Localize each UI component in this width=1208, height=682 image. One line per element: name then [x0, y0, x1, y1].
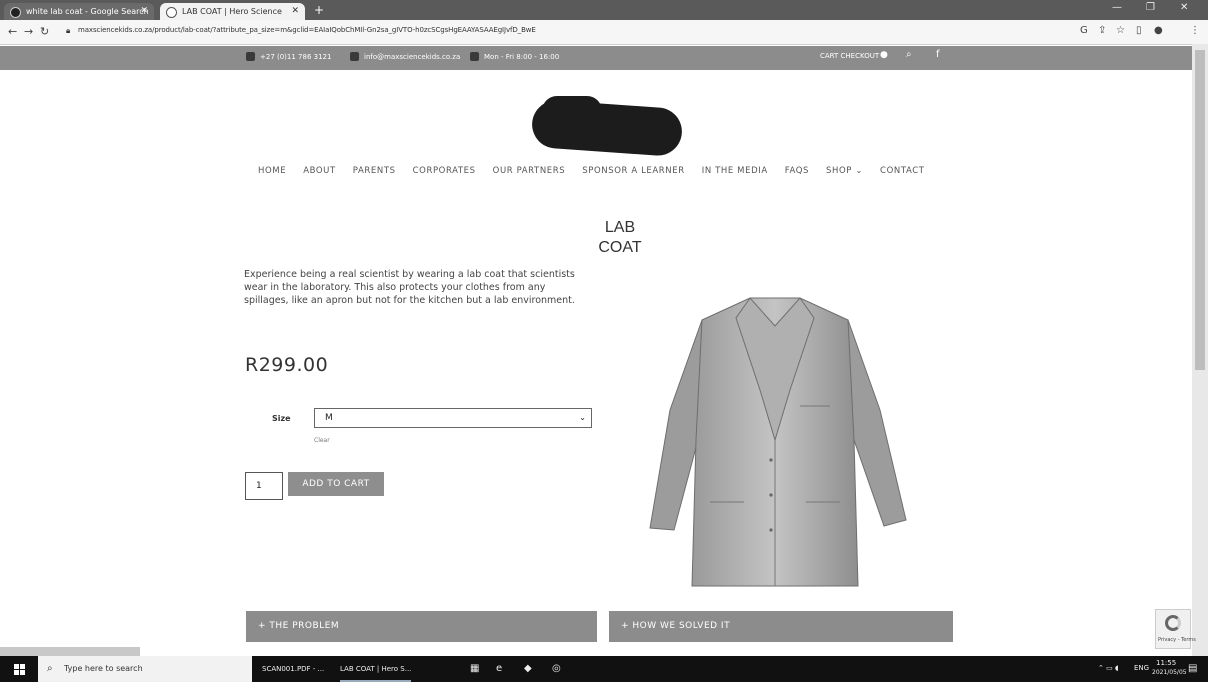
lab-coat-image [649, 297, 907, 587]
tray-icons[interactable]: ⌃ ▭ ◖ [1098, 664, 1119, 672]
main-navigation: HOME ABOUT PARENTS CORPORATES OUR PARTNE… [258, 166, 942, 180]
nav-item-sponsor-a-learner[interactable]: SPONSOR A LEARNER [582, 166, 684, 180]
recaptcha-badge[interactable]: Privacy - Terms [1155, 609, 1196, 649]
notification-icon[interactable]: ▤ [1188, 663, 1197, 674]
store-icon[interactable]: ◆ [524, 656, 532, 682]
tab-close-icon[interactable]: ✕ [291, 3, 299, 20]
page-scrollbar[interactable] [1192, 44, 1208, 656]
nav-item-faqs[interactable]: FAQS [785, 166, 809, 180]
hours-text: Mon - Fri 8:00 - 16:00 [484, 53, 560, 61]
opening-hours: Mon - Fri 8:00 - 16:00 [470, 52, 559, 61]
taskbar-search-box[interactable]: ⌕ Type here to search [38, 656, 252, 682]
nav-item-parents[interactable]: PARENTS [353, 166, 396, 180]
profile-icon[interactable]: ● [1154, 25, 1163, 36]
recaptcha-icon [1165, 615, 1181, 631]
google-icon [10, 7, 21, 18]
language-indicator[interactable]: ENG [1134, 664, 1149, 672]
email-contact[interactable]: info@maxsciencekids.co.za [350, 52, 460, 61]
nav-item-our-partners[interactable]: OUR PARTNERS [493, 166, 566, 180]
close-window-button[interactable]: ✕ [1180, 2, 1188, 13]
windows-start-icon[interactable] [14, 664, 25, 675]
menu-icon[interactable]: ⋮ [1190, 25, 1200, 36]
google-lens-icon[interactable]: G [1080, 25, 1088, 36]
scrollbar-thumb[interactable] [1195, 50, 1205, 370]
recaptcha-text: Privacy - Terms [1158, 637, 1196, 643]
edge-icon[interactable]: e [496, 656, 502, 682]
cart-icon[interactable]: ● [880, 50, 888, 60]
tab-title: white lab coat - Google Search [26, 7, 149, 16]
size-select[interactable]: M ⌄ [314, 408, 592, 428]
reading-list-icon[interactable]: ▯ [1136, 25, 1142, 36]
site-top-bar: +27 (0)11 786 3121 info@maxsciencekids.c… [0, 46, 1192, 70]
clock-icon [470, 52, 479, 61]
quantity-input[interactable]: 1 [245, 472, 283, 500]
add-to-cart-button[interactable]: ADD TO CART [288, 472, 384, 496]
the-problem-accordion[interactable]: + THE PROBLEM [246, 611, 597, 642]
product-title-line2: COAT [598, 239, 642, 256]
phone-icon [246, 52, 255, 61]
product-title-line1: LAB [604, 219, 636, 236]
product-title: LAB COAT [540, 218, 700, 258]
nav-item-in-the-media[interactable]: IN THE MEDIA [702, 166, 768, 180]
nav-item-shop[interactable]: SHOP ⌄ [826, 166, 863, 180]
search-icon[interactable]: ⌕ [906, 49, 912, 60]
browser-status-bar [0, 647, 140, 656]
task-view-icon[interactable]: ▦ [470, 656, 479, 682]
logo-redaction [542, 96, 602, 126]
bookmark-star-icon[interactable]: ☆ [1116, 25, 1125, 36]
email-icon [350, 52, 359, 61]
clock-date[interactable]: 2021/05/05 [1152, 669, 1187, 676]
share-icon[interactable]: ⇪ [1098, 25, 1106, 36]
browser-tab-bar: white lab coat - Google Search ✕ LAB COA… [0, 0, 1208, 20]
size-label: Size [272, 414, 291, 423]
tab-close-icon[interactable]: ✕ [140, 3, 148, 20]
url-field[interactable]: maxsciencekids.co.za/product/lab-coat/?a… [78, 26, 638, 34]
size-selected-value: M [325, 413, 333, 423]
product-description: Experience being a real scientist by wea… [244, 269, 575, 306]
browser-tab-lab-coat[interactable]: LAB COAT | Hero Science ✕ [160, 3, 305, 20]
maximize-button[interactable]: ❐ [1146, 2, 1155, 13]
site-logo[interactable] [524, 96, 689, 158]
browser-tab-google-search[interactable]: white lab coat - Google Search ✕ [4, 3, 154, 20]
reload-icon[interactable]: ↻ [40, 25, 49, 38]
nav-item-about[interactable]: ABOUT [303, 166, 336, 180]
minimize-button[interactable]: — [1112, 2, 1122, 13]
clock-time[interactable]: 11:55 [1156, 659, 1176, 667]
nav-item-corporates[interactable]: CORPORATES [413, 166, 476, 180]
search-icon: ⌕ [47, 663, 53, 674]
windows-taskbar: ⌕ Type here to search SCAN001.PDF - ... … [0, 656, 1208, 682]
email-text: info@maxsciencekids.co.za [364, 53, 461, 61]
back-icon[interactable]: ← [8, 25, 17, 38]
taskbar-search-placeholder: Type here to search [64, 664, 143, 673]
chrome-icon[interactable]: ◎ [552, 656, 561, 682]
cart-checkout-link[interactable]: CART CHECKOUT [820, 52, 879, 60]
phone-contact[interactable]: +27 (0)11 786 3121 [246, 52, 331, 61]
taskbar-item-browser[interactable]: LAB COAT | Hero S... [340, 656, 412, 682]
lock-icon: 🔒︎ [66, 26, 71, 35]
new-tab-button[interactable]: + [312, 3, 326, 17]
address-bar: ← → ↻ 🔒︎ maxsciencekids.co.za/product/la… [0, 20, 1208, 45]
nav-item-home[interactable]: HOME [258, 166, 286, 180]
how-we-solved-it-accordion[interactable]: + HOW WE SOLVED IT [609, 611, 953, 642]
facebook-icon[interactable]: f [936, 49, 940, 60]
chevron-down-icon: ⌄ [579, 413, 586, 422]
forward-icon[interactable]: → [24, 25, 33, 38]
nav-item-contact[interactable]: CONTACT [880, 166, 925, 180]
site-favicon-icon [166, 7, 177, 18]
clear-selection-link[interactable]: Clear [314, 437, 330, 444]
product-price: R299.00 [245, 354, 329, 376]
taskbar-item-pdf[interactable]: SCAN001.PDF - ... [262, 656, 324, 682]
phone-text: +27 (0)11 786 3121 [260, 53, 332, 61]
tab-title: LAB COAT | Hero Science [182, 7, 282, 16]
